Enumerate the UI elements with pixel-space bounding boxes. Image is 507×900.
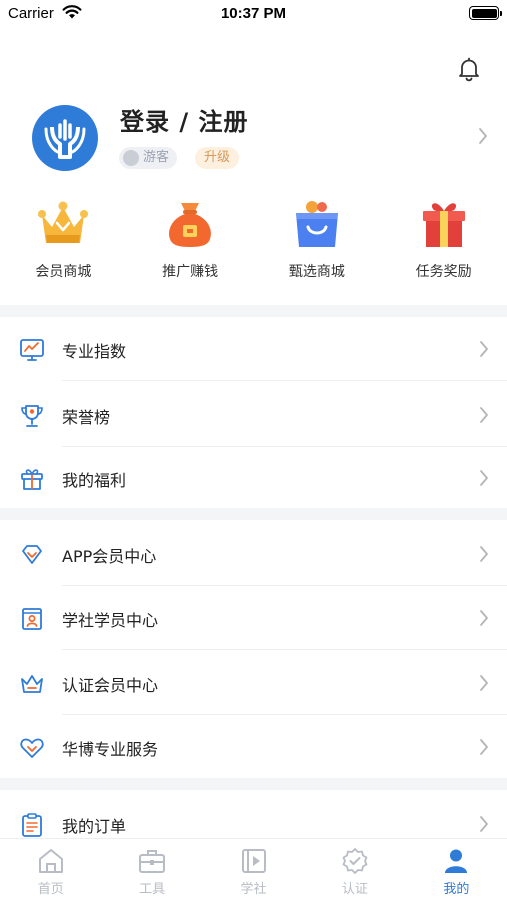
crown-icon (38, 201, 89, 243)
clipboard-icon (22, 813, 42, 837)
quick-action-label: 甄选商城 (288, 264, 345, 280)
student-card-icon (22, 608, 42, 630)
tab-label: 首页 (37, 882, 64, 897)
quick-action-label: 任务奖励 (415, 264, 472, 280)
guest-avatar-icon (123, 150, 139, 166)
tab-home[interactable]: 首页 (0, 839, 101, 900)
menu-item-label: 认证会员中心 (62, 676, 159, 695)
menu-item-label: 专业指数 (62, 342, 127, 361)
status-bar: Carrier 10:37 PM (0, 0, 507, 30)
upgrade-badge[interactable]: 升级 (195, 147, 240, 169)
tab-label: 工具 (139, 882, 166, 897)
chevron-right-icon[interactable] (478, 127, 488, 145)
quick-actions: 会员商城 推广赚钱 甄选商城 任务奖励 (0, 195, 507, 290)
row-separator (62, 649, 507, 650)
bell-icon[interactable] (455, 55, 483, 83)
money-bag-icon (169, 203, 212, 247)
tab-label: 认证 (341, 882, 368, 897)
tab-mine[interactable]: 我的 (406, 839, 507, 900)
home-icon (38, 849, 63, 873)
tab-label: 我的 (443, 882, 470, 897)
tab-tools[interactable]: 工具 (101, 839, 202, 900)
gift-box-icon (422, 203, 465, 247)
chevron-right-icon (480, 739, 488, 755)
chevron-right-icon (480, 546, 488, 562)
tab-bar: 首页 工具 学社 认证 我的 (0, 838, 507, 900)
menu-item-label: 我的订单 (62, 817, 127, 836)
avatar[interactable] (32, 105, 98, 171)
user-icon (445, 849, 468, 873)
tab-academy[interactable]: 学社 (203, 839, 304, 900)
row-separator (62, 380, 507, 381)
section-divider (0, 508, 507, 520)
quick-action-member-mall[interactable]: 会员商城 (0, 195, 127, 290)
menu-item-certified-member-center[interactable]: 认证会员中心 (0, 651, 507, 715)
quick-action-task-reward[interactable]: 任务奖励 (380, 195, 507, 290)
crown-outline-icon (21, 675, 43, 693)
guest-badge: 游客 (119, 147, 178, 169)
section-divider (0, 305, 507, 317)
profile-header[interactable]: 登录 / 注册 游客 升级 (0, 95, 507, 185)
menu-item-label: 我的福利 (62, 471, 127, 490)
tab-certification[interactable]: 认证 (304, 839, 405, 900)
quick-action-label: 推广赚钱 (162, 264, 219, 280)
toolbox-icon (139, 850, 166, 873)
diamond-icon (22, 545, 42, 564)
menu-item-app-member-center[interactable]: APP会员中心 (0, 522, 507, 586)
chevron-right-icon (480, 816, 488, 832)
menu-item-honor-board[interactable]: 荣誉榜 (0, 383, 507, 447)
quick-action-label: 会员商城 (35, 264, 92, 280)
chevron-right-icon (480, 341, 488, 357)
chevron-right-icon (480, 407, 488, 423)
menu-item-label: 学社学员中心 (62, 611, 159, 630)
quick-action-promote-earn[interactable]: 推广赚钱 (127, 195, 254, 290)
menu-item-label: APP会员中心 (62, 547, 157, 566)
tab-label: 学社 (240, 882, 267, 897)
menu-item-professional-index[interactable]: 专业指数 (0, 317, 507, 381)
clock: 10:37 PM (220, 5, 287, 22)
guest-badge-label: 游客 (143, 150, 170, 165)
video-icon (241, 849, 266, 873)
battery-icon (469, 6, 502, 20)
chart-monitor-icon (20, 339, 44, 361)
logo-icon (44, 119, 86, 159)
certificate-icon (342, 848, 368, 874)
menu-item-label: 荣誉榜 (62, 408, 111, 427)
menu-item-my-benefits[interactable]: 我的福利 (0, 446, 507, 510)
chevron-right-icon (480, 675, 488, 691)
trophy-icon (21, 405, 43, 427)
chevron-right-icon (480, 470, 488, 486)
menu-item-student-center[interactable]: 学社学员中心 (0, 586, 507, 650)
gift-icon (21, 469, 43, 490)
menu-item-huabo-professional-service[interactable]: 华博专业服务 (0, 715, 507, 779)
heart-icon (20, 738, 44, 758)
login-register-title[interactable]: 登录 / 注册 (120, 102, 248, 137)
section-divider (0, 778, 507, 790)
shopping-bag-icon (295, 201, 338, 247)
menu-item-label: 华博专业服务 (62, 740, 159, 759)
quick-action-selected-mall[interactable]: 甄选商城 (254, 195, 381, 290)
chevron-right-icon (480, 610, 488, 626)
